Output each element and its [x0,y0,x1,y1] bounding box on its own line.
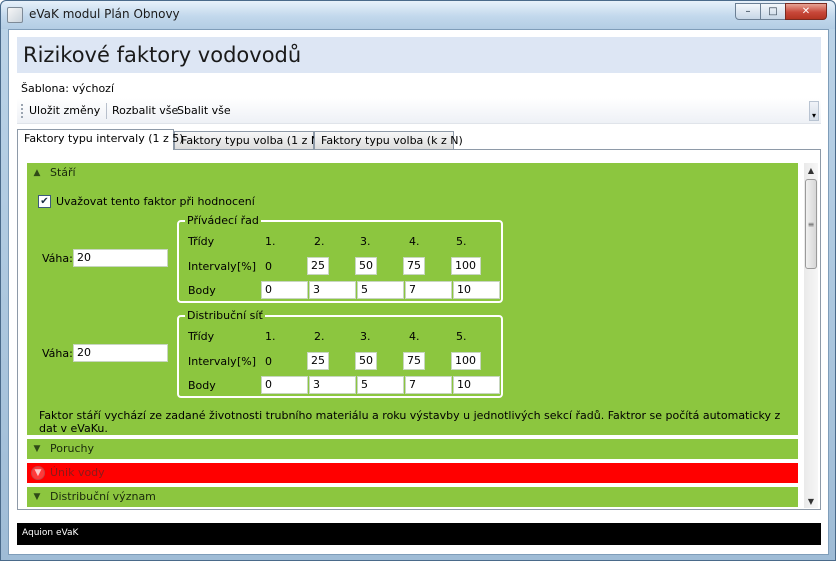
app-icon [7,7,23,23]
weight-input-distribucni[interactable]: 20 [73,344,168,362]
status-text: Aquion eVaK [22,528,79,538]
points-input[interactable]: 10 [453,376,500,394]
weight-input-privadeci[interactable]: 20 [73,249,168,267]
window-controls: – □ ✕ [735,3,827,20]
class-header: 1. [265,235,276,248]
interval-input[interactable]: 50 [355,257,377,275]
chevron-down-icon[interactable]: ▼ [31,443,43,455]
section-title: Únik vody [50,466,105,479]
section-distribucni-vyznam[interactable]: ▼ Distribuční význam [27,487,798,507]
intervals-unit: [%] [237,260,257,273]
class-header: 3. [360,330,371,343]
interval-fixed-value: 0 [265,260,272,273]
section-poruchy-header[interactable]: ▼ Poruchy [27,439,798,459]
section-stari-header[interactable]: ▲ Stáří [27,163,798,183]
class-header: 4. [409,330,420,343]
points-input[interactable]: 3 [309,376,356,394]
scroll-up-arrow[interactable]: ▲ [804,163,818,177]
interval-input[interactable]: 100 [451,352,481,370]
chevron-up-icon[interactable]: ▲ [31,167,43,179]
points-input[interactable]: 0 [261,376,308,394]
tab-choice-1-of-n[interactable]: Faktory typu volba (1 z N) [174,131,323,149]
section-stari: ▲ Stáří ✔ Uvažovat tento faktor při hodn… [27,163,798,435]
tab-panel: ▲ Stáří ✔ Uvažovat tento faktor při hodn… [17,149,821,510]
points-label: Body [188,284,216,297]
points-input[interactable]: 5 [357,376,404,394]
factor-note: Faktor stáří vychází ze zadané životnost… [39,409,781,435]
classes-label: Třídy [188,235,215,248]
page-title: Rizikové faktory vodovodů [23,43,302,67]
template-label: Šablona: výchozí [21,82,115,95]
class-header: 4. [409,235,420,248]
group-title: Přívádecí řad [185,214,261,227]
minimize-button[interactable]: – [735,3,761,20]
points-input[interactable]: 3 [309,281,356,299]
class-header: 2. [314,330,325,343]
consider-factor-checkbox[interactable]: ✔ [38,195,51,208]
class-header: 3. [360,235,371,248]
tab-intervals[interactable]: Faktory typu intervaly (1 z 5) [17,129,184,150]
points-input[interactable]: 0 [261,281,308,299]
intervals-label: Intervaly [188,260,237,273]
toolbar-grip[interactable] [21,104,24,118]
points-input[interactable]: 7 [405,281,452,299]
group-title: Distribuční síť [185,309,265,322]
scroll-thumb[interactable]: ≡ [805,179,817,269]
client-area: Rizikové faktory vodovodů Šablona: výcho… [8,29,829,555]
vertical-scrollbar[interactable]: ▲ ≡ ▼ [804,163,818,508]
interval-input[interactable]: 25 [307,257,329,275]
expand-all-button[interactable]: Rozbalit vše [112,104,178,117]
section-distribucni-vyznam-header[interactable]: ▼ Distribuční význam [27,487,798,507]
interval-input[interactable]: 100 [451,257,481,275]
points-label: Body [188,379,216,392]
class-header: 1. [265,330,276,343]
points-input[interactable]: 5 [357,281,404,299]
consider-factor-label: Uvažovat tento faktor při hodnocení [56,195,255,208]
class-header: 5. [456,330,467,343]
factor-list: ▲ Stáří ✔ Uvažovat tento faktor při hodn… [27,163,798,508]
interval-fixed-value: 0 [265,355,272,368]
points-input[interactable]: 10 [453,281,500,299]
title-bar[interactable]: eVaK modul Plán Obnovy – □ ✕ [1,1,835,29]
weight-label: Váha: [42,252,73,265]
interval-input[interactable]: 50 [355,352,377,370]
section-unik-vody-header[interactable]: ▼ Únik vody [27,463,798,483]
toolbar-separator [106,103,107,119]
window-title: eVaK modul Plán Obnovy [29,7,180,21]
class-header: 5. [456,235,467,248]
section-title: Poruchy [50,442,94,455]
header-band: Rizikové faktory vodovodů [17,37,821,73]
interval-input[interactable]: 25 [307,352,329,370]
interval-input[interactable]: 75 [403,257,425,275]
chevron-down-icon[interactable]: ▼ [31,466,45,480]
collapse-all-button[interactable]: Sbalit vše [177,104,231,117]
toolbar-overflow-button[interactable]: ▾ [809,101,819,121]
toolbar: Uložit změny Rozbalit vše Sbalit vše ▾ [17,98,821,124]
maximize-button[interactable]: □ [760,3,786,20]
section-title: Distribuční význam [50,490,156,503]
class-header: 2. [314,235,325,248]
status-bar: Aquion eVaK [17,523,821,545]
intervals-unit: [%] [237,355,257,368]
scroll-down-arrow[interactable]: ▼ [804,494,818,508]
points-input[interactable]: 7 [405,376,452,394]
chevron-down-icon[interactable]: ▼ [31,491,43,503]
app-window: eVaK modul Plán Obnovy – □ ✕ Rizikové fa… [0,0,836,561]
group-privadeci-rad: Přívádecí řad Třídy 1. 2. 3. 4. 5. Inter… [177,214,503,303]
group-distribucni-sit: Distribuční síť Třídy 1. 2. 3. 4. 5. Int… [177,309,503,398]
classes-label: Třídy [188,330,215,343]
weight-label: Váha: [42,347,73,360]
save-button[interactable]: Uložit změny [29,104,100,117]
tab-choice-k-of-n[interactable]: Faktory typu volba (k z N) [314,131,463,149]
section-poruchy[interactable]: ▼ Poruchy [27,439,798,459]
interval-input[interactable]: 75 [403,352,425,370]
intervals-label: Intervaly [188,355,237,368]
section-title: Stáří [50,166,76,179]
close-button[interactable]: ✕ [785,3,827,20]
section-unik-vody[interactable]: ▼ Únik vody [27,463,798,483]
